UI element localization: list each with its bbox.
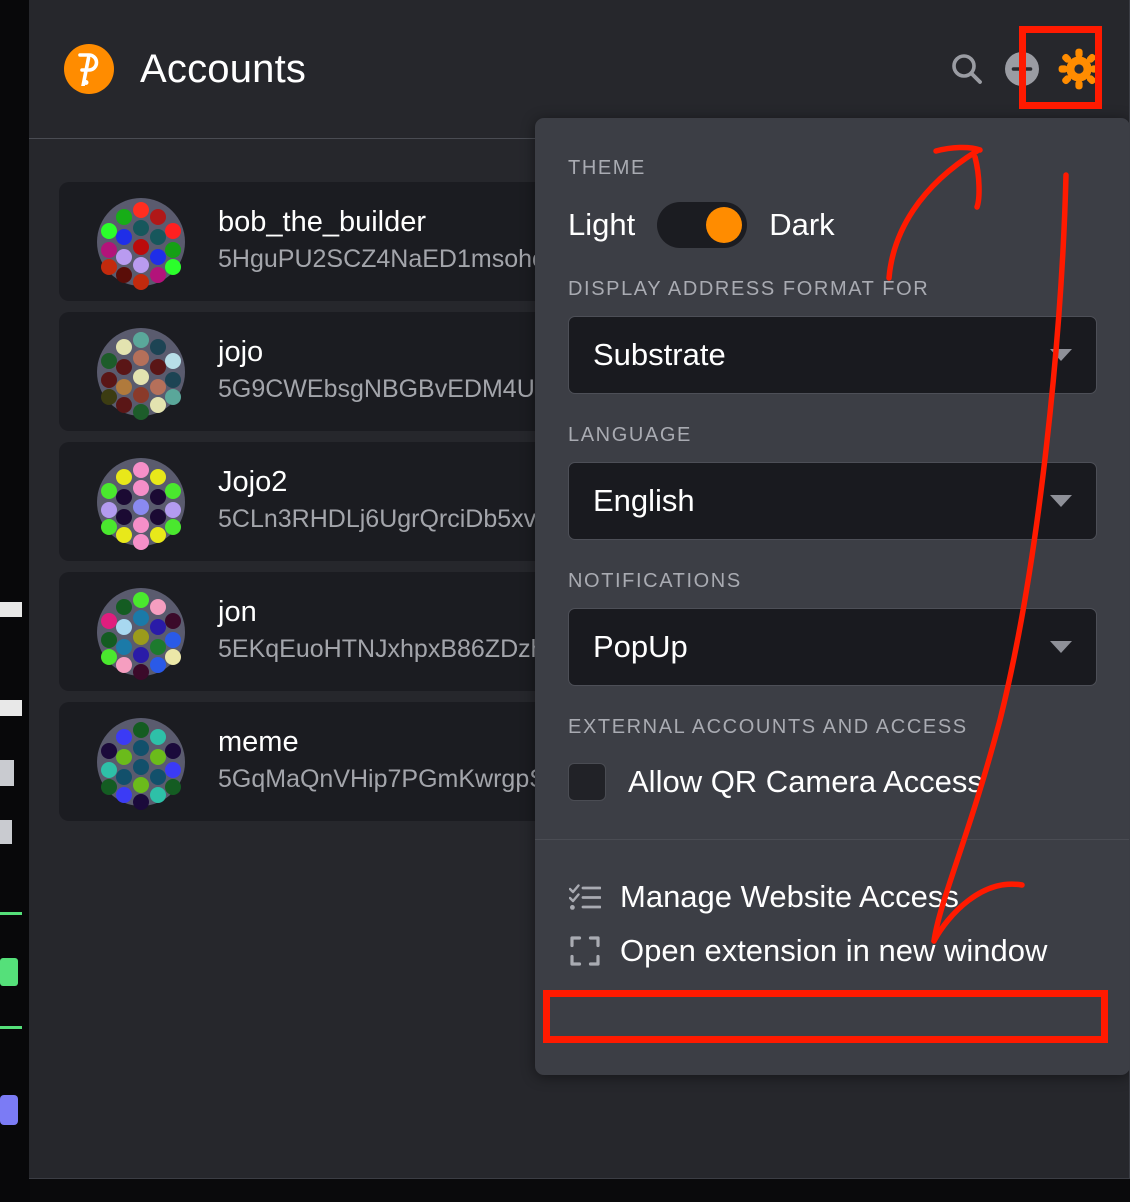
theme-toggle[interactable]: [657, 202, 748, 248]
notifications-label: NOTIFICATIONS: [568, 570, 742, 592]
toggle-knob: [706, 207, 743, 243]
account-name: meme: [218, 725, 299, 758]
polkadot-logo-icon: [64, 44, 114, 94]
qr-camera-access-row[interactable]: Allow QR Camera Access: [568, 763, 1097, 801]
address-format-value: Substrate: [593, 337, 726, 372]
checklist-icon: [568, 880, 602, 914]
language-label: LANGUAGE: [568, 424, 692, 446]
identicon: [97, 457, 185, 550]
account-address: 5CLn3RHDLj6UgrQrciDb5xviS: [218, 505, 559, 534]
account-name: jojo: [218, 335, 264, 368]
notifications-value: PopUp: [593, 629, 688, 664]
identicon: [97, 717, 185, 810]
identicon: [97, 587, 185, 680]
menu-item-manage-website-access[interactable]: Manage Website Access: [568, 870, 1097, 924]
address-format-label: DISPLAY ADDRESS FORMAT FOR: [568, 278, 930, 300]
address-format-select[interactable]: Substrate: [568, 316, 1097, 394]
page-title: Accounts: [140, 46, 307, 91]
menu-item-label: Open extension in new window: [620, 933, 1048, 968]
gear-icon[interactable]: [1057, 47, 1101, 91]
extension-popup: Accounts bob_the_builder 5HguPU2SCZ4NaED…: [29, 0, 1130, 1179]
theme-toggle-row: Light Dark: [568, 202, 1097, 248]
notifications-select[interactable]: PopUp: [568, 608, 1097, 686]
language-value: English: [593, 483, 695, 518]
qr-camera-label: Allow QR Camera Access: [628, 764, 983, 799]
account-name: Jojo2: [218, 465, 288, 498]
theme-dark-label: Dark: [769, 207, 835, 242]
menu-item-label: Manage Website Access: [620, 879, 959, 914]
account-name: bob_the_builder: [218, 205, 427, 238]
expand-icon: [568, 934, 602, 968]
chevron-down-icon: [1050, 349, 1072, 361]
account-address: 5EKqEuoHTNJxhpxB86ZDzhC: [218, 635, 563, 664]
identicon: [97, 197, 185, 290]
language-select[interactable]: English: [568, 462, 1097, 540]
menu-item-open-extension-new-window[interactable]: Open extension in new window: [568, 924, 1097, 978]
qr-camera-checkbox[interactable]: [568, 763, 606, 801]
settings-divider: [535, 839, 1129, 840]
settings-menu: Manage Website Access Open extension in …: [535, 870, 1129, 978]
account-name: jon: [218, 595, 257, 628]
theme-light-label: Light: [568, 207, 636, 242]
screen: Accounts bob_the_builder 5HguPU2SCZ4NaED…: [0, 0, 1130, 1202]
account-address: 5GqMaQnVHip7PGmKwrgpSI: [218, 765, 553, 794]
chevron-down-icon: [1050, 495, 1072, 507]
theme-section-label: THEME: [568, 157, 646, 179]
add-account-icon[interactable]: [1005, 52, 1039, 86]
chevron-down-icon: [1050, 641, 1072, 653]
settings-panel: THEME Light Dark DISPLAY ADDRESS FORMAT …: [535, 118, 1129, 1075]
identicon: [97, 327, 185, 420]
account-address: 5G9CWEbsgNBGBvEDM4UX: [218, 375, 552, 404]
header-actions: [947, 47, 1101, 91]
background-page-sliver: [0, 0, 30, 1202]
external-access-label: EXTERNAL ACCOUNTS AND ACCESS: [568, 716, 968, 738]
account-address: 5HguPU2SCZ4NaED1msohoV: [218, 245, 563, 274]
search-icon[interactable]: [947, 49, 987, 89]
